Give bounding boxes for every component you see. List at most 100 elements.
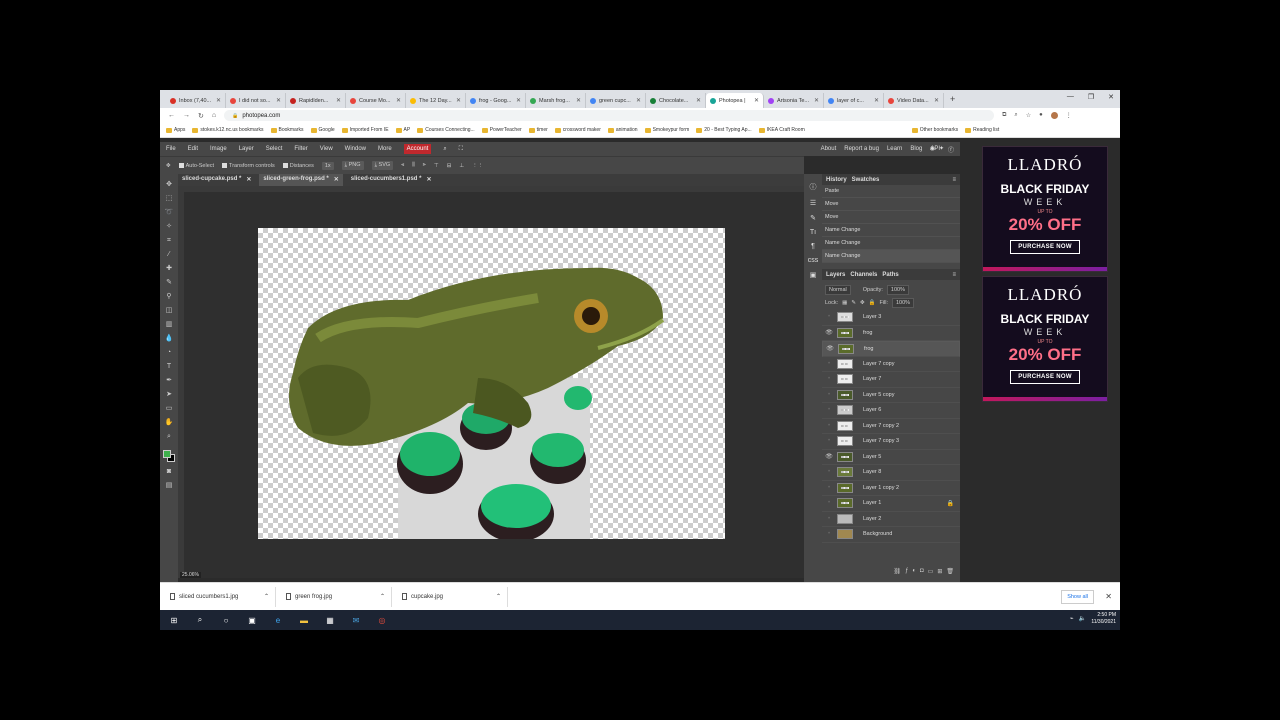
paragraph-icon[interactable]: ¶ [811, 243, 815, 250]
folder-icon[interactable]: ▭ [928, 568, 934, 580]
clock[interactable]: 2:50 PM 11/30/2021 [1091, 612, 1116, 626]
link-about[interactable]: About [821, 146, 837, 152]
layer-row[interactable]: • Layer 7 copy 2 [822, 419, 960, 434]
marquee-tool-icon[interactable]: ⬚ [165, 194, 174, 203]
bookmark-item[interactable]: IKEA Craft Room [758, 127, 805, 133]
visibility-eye-icon[interactable]: • [825, 500, 833, 506]
browser-tab[interactable]: Video Data... ✕ [884, 93, 944, 108]
bookmark-item[interactable]: timer [528, 127, 548, 133]
close-icon[interactable]: ✕ [1105, 592, 1112, 601]
text-tool-icon[interactable]: T [165, 362, 174, 371]
visibility-eye-icon[interactable]: 👁 [825, 329, 833, 336]
lock-move-icon[interactable]: ✥ [860, 300, 865, 306]
layer-row[interactable]: • Layer 2 [822, 512, 960, 527]
color-swatches[interactable] [163, 450, 175, 462]
properties-icon[interactable]: ☰ [810, 199, 816, 207]
ad-purchase-button[interactable]: PURCHASE NOW [1010, 240, 1080, 254]
close-icon[interactable]: ✕ [426, 176, 431, 184]
link-layers-icon[interactable]: ⛓ [893, 568, 901, 580]
pen-tool-icon[interactable]: ✒ [165, 376, 174, 385]
bookmark-item[interactable]: crossword maker [554, 127, 601, 133]
dodge-tool-icon[interactable]: ◔ [165, 348, 174, 357]
search-icon[interactable]: ⌕ [194, 614, 206, 626]
account-button[interactable]: Account [403, 144, 432, 154]
profile-avatar[interactable] [1050, 112, 1058, 119]
layer-row[interactable]: • Layer 8 [822, 465, 960, 481]
panel-menu-icon[interactable]: ≡ [952, 272, 956, 278]
shape-tool-icon[interactable]: ▭ [165, 404, 174, 413]
move-tool-icon[interactable]: ✥ [166, 163, 171, 169]
close-icon[interactable]: ✕ [456, 97, 461, 104]
ad-banner-2[interactable]: LLADRÓ BLACK FRIDAY WEEK UP TO 20% OFF P… [982, 276, 1108, 402]
edge-icon[interactable]: e [272, 614, 284, 626]
file-explorer-icon[interactable]: ▬ [298, 614, 310, 626]
chevron-up-icon[interactable]: ⌃ [264, 593, 269, 600]
extension-icon[interactable]: ● [1039, 112, 1043, 119]
blur-tool-icon[interactable]: 💧 [165, 334, 174, 343]
layer-row[interactable]: • Layer 5 copy [822, 388, 960, 403]
url-field[interactable]: 🔒 photopea.com [224, 110, 995, 121]
maximize-button[interactable]: ❐ [1088, 93, 1094, 101]
browser-tab[interactable]: Marsh frog... ✕ [526, 93, 586, 108]
visibility-eye-icon[interactable]: • [825, 469, 833, 475]
reddit-icon[interactable]: ◉ [930, 145, 935, 154]
browser-tab[interactable]: The 12 Day... ✕ [406, 93, 466, 108]
close-icon[interactable]: ✕ [696, 97, 701, 104]
close-icon[interactable]: ✕ [276, 97, 281, 104]
star-icon[interactable]: ☆ [1026, 112, 1031, 119]
image-icon[interactable]: ▣ [810, 271, 817, 279]
zoom-select[interactable]: 1x [321, 161, 334, 170]
visibility-eye-icon[interactable]: • [825, 516, 833, 522]
menu-layer[interactable]: Layer [239, 146, 254, 152]
align-top-icon[interactable]: ⊤ [434, 163, 439, 169]
start-icon[interactable]: ⊞ [168, 614, 180, 626]
visibility-eye-icon[interactable]: 👁 [826, 345, 834, 352]
lock-all-icon[interactable]: 🔒 [869, 300, 876, 306]
visibility-eye-icon[interactable]: • [825, 531, 833, 537]
zoom-tool-icon[interactable]: ⌕ [165, 432, 174, 441]
auto-select-checkbox[interactable]: Auto-Select [178, 163, 214, 169]
bookmark-item[interactable]: AP [395, 127, 410, 133]
close-icon[interactable]: ✕ [336, 97, 341, 104]
zoom-icon[interactable]: ⌕ [1014, 112, 1017, 119]
doc-tab-cupcake[interactable]: sliced-cupcake.psd * ✕ [178, 174, 255, 186]
browser-tab[interactable]: Inbox (7,40... ✕ [166, 93, 226, 108]
bookmark-item[interactable]: Other bookmarks [911, 127, 958, 133]
trash-icon[interactable]: 🗑 [946, 568, 954, 580]
visibility-eye-icon[interactable]: • [825, 407, 833, 413]
close-icon[interactable]: ✕ [576, 97, 581, 104]
store-icon[interactable]: ▦ [324, 614, 336, 626]
menu-edit[interactable]: Edit [188, 146, 198, 152]
eraser-tool-icon[interactable]: ◫ [165, 306, 174, 315]
close-icon[interactable]: ✕ [396, 97, 401, 104]
screen-mode-icon[interactable]: ▤ [165, 481, 174, 490]
blend-mode-select[interactable]: Normal [825, 284, 851, 295]
close-icon[interactable]: ✕ [874, 97, 879, 104]
visibility-eye-icon[interactable]: • [825, 438, 833, 444]
tab-history[interactable]: History [826, 177, 847, 183]
hand-tool-icon[interactable]: ✋ [165, 418, 174, 427]
visibility-eye-icon[interactable]: • [825, 423, 833, 429]
distribute-icon[interactable]: ⋮⋮ [472, 163, 483, 169]
bookmark-item[interactable]: 20 - Best Typing Ap... [696, 127, 752, 133]
minimize-button[interactable]: — [1067, 93, 1074, 101]
lasso-tool-icon[interactable]: ➰ [165, 208, 174, 217]
close-icon[interactable]: ✕ [216, 97, 221, 104]
visibility-eye-icon[interactable]: • [825, 376, 833, 382]
visibility-eye-icon[interactable]: • [825, 361, 833, 367]
fullscreen-icon[interactable]: ⛶ [459, 146, 463, 153]
close-icon[interactable]: ✕ [636, 97, 641, 104]
lock-paint-icon[interactable]: ✎ [851, 300, 856, 306]
close-icon[interactable]: ✕ [754, 97, 759, 104]
new-tab-button[interactable]: + [950, 94, 955, 104]
forward-icon[interactable]: → [183, 112, 190, 119]
visibility-eye-icon[interactable]: 👁 [825, 453, 833, 460]
menu-view[interactable]: View [320, 146, 333, 152]
export-png-button[interactable]: ⤓ PNG [341, 161, 364, 170]
bookmark-item[interactable]: animation [607, 127, 638, 133]
eyedropper-icon[interactable]: ⁄ [165, 250, 174, 259]
layer-row[interactable]: • Layer 7 copy 3 [822, 434, 960, 450]
align-center-icon[interactable]: ⫼ [412, 162, 415, 169]
browser-tab[interactable]: frog - Goog... ✕ [466, 93, 526, 108]
facebook-icon[interactable]: ⓕ [948, 145, 954, 154]
